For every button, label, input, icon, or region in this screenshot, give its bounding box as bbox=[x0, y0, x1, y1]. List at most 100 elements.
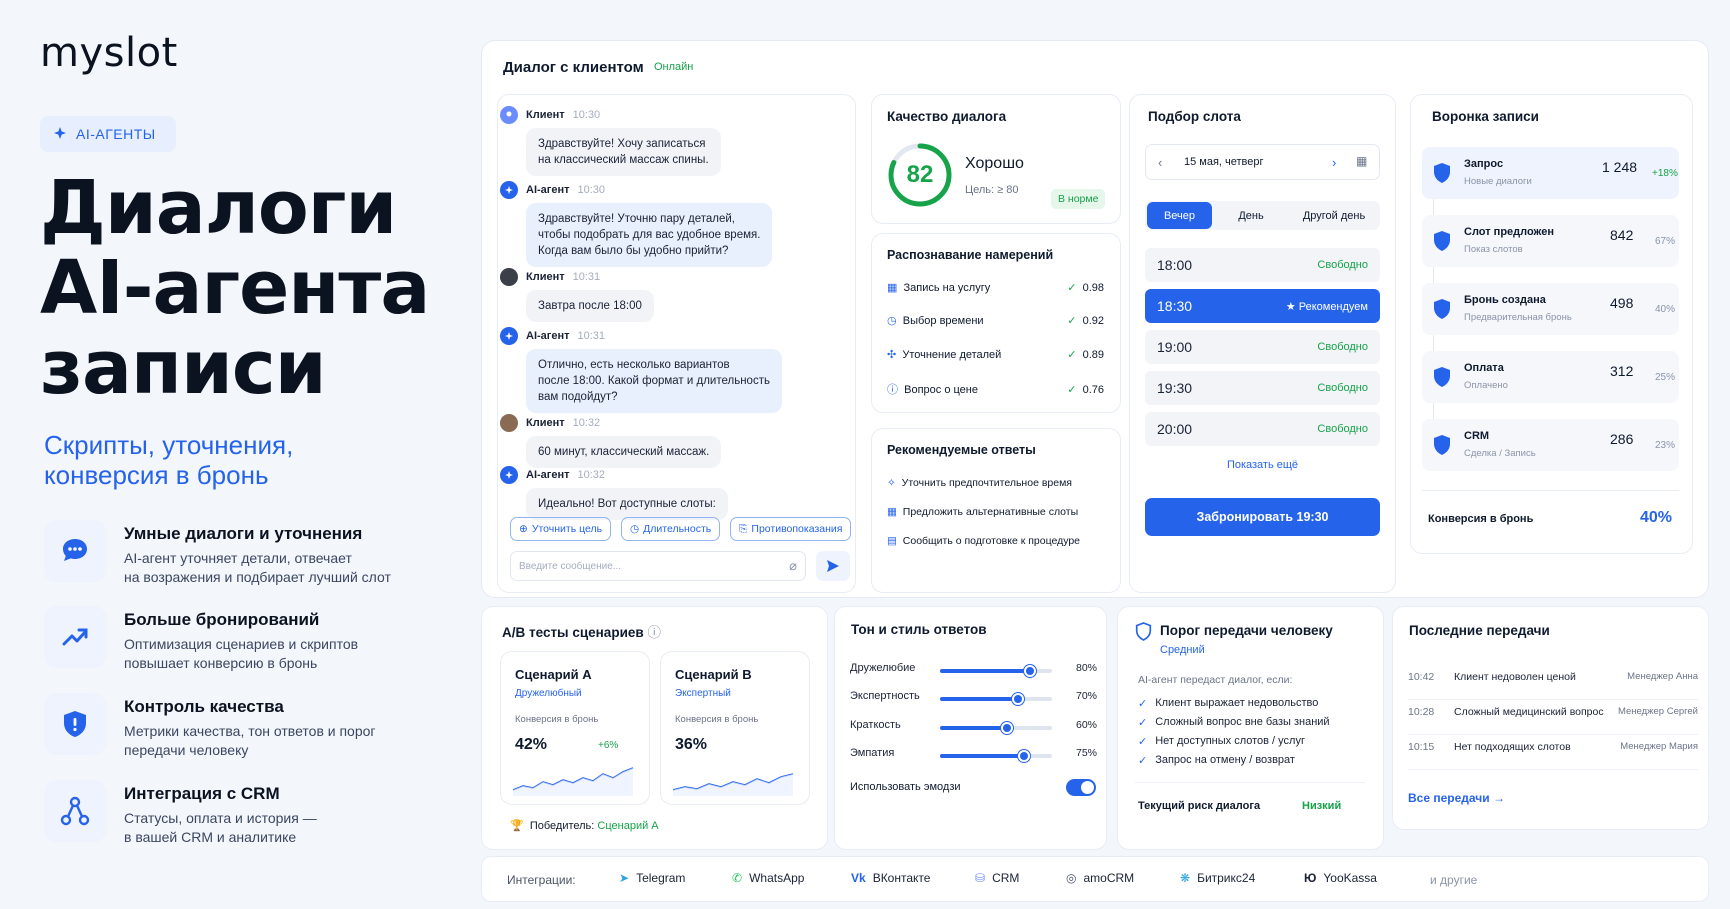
risk-label: Текущий риск диалога bbox=[1138, 800, 1261, 812]
integration-amocrm[interactable]: ◎ amoCRM bbox=[1066, 871, 1134, 885]
scenario-a-card[interactable]: Сценарий A Дружелюбный Конверсия в бронь… bbox=[500, 651, 650, 805]
calendar-icon[interactable]: ▦ bbox=[1356, 154, 1367, 168]
date-picker[interactable]: ‹ 15 мая, четверг › ▦ bbox=[1145, 144, 1380, 180]
hero-line-1: Диалоги bbox=[40, 165, 397, 251]
check-icon: ✓ bbox=[1067, 349, 1077, 361]
integrations-label: Интеграции: bbox=[507, 873, 576, 887]
funnel-item: Бронь создана Предварительная бронь 498 … bbox=[1422, 283, 1679, 335]
info-icon[interactable]: ⓘ bbox=[647, 625, 661, 640]
conversion-label: Конверсия в бронь bbox=[1428, 513, 1534, 525]
slot-item[interactable]: 18:00 Свободно bbox=[1145, 248, 1380, 282]
chat-message: Клиент 10:32 60 минут, классический масса… bbox=[500, 414, 790, 468]
funnel-item: Оплата Оплачено 312 25% bbox=[1422, 351, 1679, 403]
yookassa-icon: Ю bbox=[1304, 871, 1317, 885]
emoji-toggle[interactable] bbox=[1066, 779, 1096, 796]
feature-title: Контроль качества bbox=[124, 697, 284, 716]
recommended-item[interactable]: ✧ Уточнить предпочтительное время bbox=[887, 477, 1072, 489]
send-button[interactable] bbox=[816, 551, 850, 581]
handoff-condition: ✓ Запрос на отмену / возврат bbox=[1138, 754, 1295, 767]
funnel-item: Слот предложен Показ слотов 842 67% bbox=[1422, 215, 1679, 267]
tab-day[interactable]: День bbox=[1216, 202, 1286, 229]
clock-icon: ◷ bbox=[887, 315, 897, 327]
tone-slider[interactable]: Дружелюбие 80% bbox=[850, 662, 1097, 680]
funnel-title: Воронка записи bbox=[1432, 109, 1539, 124]
integration-bitrix24[interactable]: ❋ Битрикс24 bbox=[1180, 871, 1255, 885]
chip-contraindications[interactable]: ⎘ Противопоказания bbox=[730, 517, 852, 541]
hero-subtitle-line-1: Скрипты, уточнения, bbox=[44, 430, 294, 460]
conversion-value: 40% bbox=[1640, 509, 1673, 526]
slot-item[interactable]: 19:30 Свободно bbox=[1145, 371, 1380, 405]
slot-item[interactable]: 20:00 Свободно bbox=[1145, 412, 1380, 446]
tone-slider[interactable]: Эмпатия 75% bbox=[850, 747, 1097, 765]
integration-yookassa[interactable]: Ю YooKassa bbox=[1304, 871, 1377, 885]
chat-message: AI-агент 10:31 Отлично, есть несколько ва… bbox=[500, 327, 790, 413]
brand-logo: myslot bbox=[40, 30, 178, 76]
handoff-level[interactable]: Средний bbox=[1160, 644, 1205, 656]
ai-agent-icon bbox=[500, 181, 518, 199]
intent-row: ✣ Уточнение деталей ✓ 0.89 bbox=[887, 349, 1104, 361]
tone-slider[interactable]: Экспертность 70% bbox=[850, 690, 1097, 708]
feature-title: Больше бронирований bbox=[124, 610, 320, 629]
funnel-item: CRM Сделка / Запись 286 23% bbox=[1422, 419, 1679, 471]
quality-title: Качество диалога bbox=[887, 109, 1007, 124]
telegram-icon: ➤ bbox=[619, 871, 630, 885]
handoff-condition: ✓ Клиент выражает недовольство bbox=[1138, 697, 1319, 710]
scenario-b-card[interactable]: Сценарий B Экспертный Конверсия в бронь … bbox=[660, 651, 810, 805]
feature-quality-control: Контроль качества Метрики качества, тон о… bbox=[44, 693, 424, 758]
doc-icon: ▤ bbox=[887, 535, 897, 547]
feature-desc: Метрики качества, тон ответов и порог пер… bbox=[124, 723, 376, 758]
message-input[interactable]: Введите сообщение... ⌀ bbox=[510, 551, 806, 581]
shield-icon bbox=[1432, 162, 1452, 189]
calendar-icon: ▦ bbox=[887, 506, 897, 518]
recommended-item[interactable]: ▦ Предложить альтернативные слоты bbox=[887, 506, 1078, 518]
check-icon: ✓ bbox=[1067, 315, 1077, 327]
doc-icon: ⎘ bbox=[739, 522, 748, 535]
hero-title: Диалоги AI-агента записи bbox=[40, 165, 430, 408]
sparkle-icon bbox=[54, 127, 66, 139]
check-icon: ✓ bbox=[1138, 698, 1148, 710]
hero-subtitle: Скрипты, уточнения, конверсия в бронь bbox=[44, 430, 293, 490]
chevron-right-icon[interactable]: › bbox=[1332, 155, 1336, 170]
tab-other-day[interactable]: Другой день bbox=[1290, 202, 1378, 229]
transfer-row[interactable]: 10:15 Нет подходящих слотов Менеджер Мария bbox=[1408, 736, 1698, 770]
divider bbox=[1135, 782, 1365, 783]
all-transfers-link[interactable]: Все передачи → bbox=[1408, 791, 1505, 805]
winner-line: 🏆 Победитель: Сценарий A bbox=[510, 820, 659, 832]
calendar-icon: ▦ bbox=[887, 282, 898, 294]
shield-icon bbox=[44, 693, 106, 755]
amocrm-icon: ◎ bbox=[1066, 871, 1077, 885]
feature-more-bookings: Больше бронирований Оптимизация сценариев… bbox=[44, 606, 424, 671]
chip-duration[interactable]: ◷ Длительность bbox=[621, 517, 721, 541]
online-status: Онлайн bbox=[654, 61, 694, 73]
shield-icon bbox=[1432, 298, 1452, 325]
clock-icon: ◷ bbox=[630, 523, 640, 535]
message-input-placeholder: Введите сообщение... bbox=[519, 561, 622, 572]
handoff-condition: ✓ Нет доступных слотов / услуг bbox=[1138, 735, 1305, 748]
paperclip-icon[interactable]: ⌀ bbox=[789, 558, 797, 574]
integration-crm[interactable]: ⛁ CRM bbox=[975, 871, 1019, 885]
handoff-intro: AI-агент передаст диалог, если: bbox=[1138, 674, 1293, 686]
bitrix24-icon: ❋ bbox=[1180, 871, 1191, 885]
integration-whatsapp[interactable]: ✆ WhatsApp bbox=[732, 871, 804, 885]
transfer-row[interactable]: 10:28 Сложный медицинский вопрос Менеджер … bbox=[1408, 701, 1698, 735]
slot-item-recommended[interactable]: 18:30 ★ Рекомендуем bbox=[1145, 289, 1380, 323]
chip-clarify-goal[interactable]: ⊕ Уточнить цель bbox=[510, 517, 612, 541]
quality-goal: Цель: ≥ 80 bbox=[965, 184, 1019, 196]
network-icon bbox=[44, 780, 106, 842]
integration-vk[interactable]: Vk ВКонтакте bbox=[851, 871, 930, 885]
transfer-row[interactable]: 10:42 Клиент недоволен ценой Менеджер Анна bbox=[1408, 666, 1698, 700]
hero-subtitle-line-2: конверсия в бронь bbox=[44, 460, 269, 490]
recommended-item[interactable]: ▤ Сообщить о подготовке к процедуре bbox=[887, 535, 1080, 547]
handoff-title: Порог передачи человеку bbox=[1160, 623, 1333, 638]
feature-title: Умные диалоги и уточнения bbox=[124, 524, 363, 543]
chat-message: AI-агент 10:30 Здравствуйте! Уточню пару … bbox=[500, 181, 790, 267]
tone-slider[interactable]: Краткость 60% bbox=[850, 719, 1097, 737]
show-more-link[interactable]: Показать ещё bbox=[1145, 459, 1380, 471]
chevron-left-icon[interactable]: ‹ bbox=[1158, 155, 1162, 170]
chat-message: Клиент 10:30 Здравствуйте! Хочу записатьс… bbox=[500, 106, 790, 176]
slot-item[interactable]: 19:00 Свободно bbox=[1145, 330, 1380, 364]
book-button[interactable]: Забронировать 19:30 bbox=[1145, 498, 1380, 536]
integration-telegram[interactable]: ➤ Telegram bbox=[619, 871, 685, 885]
tab-evening[interactable]: Вечер bbox=[1147, 202, 1212, 229]
chat-bubble-icon bbox=[44, 520, 106, 582]
